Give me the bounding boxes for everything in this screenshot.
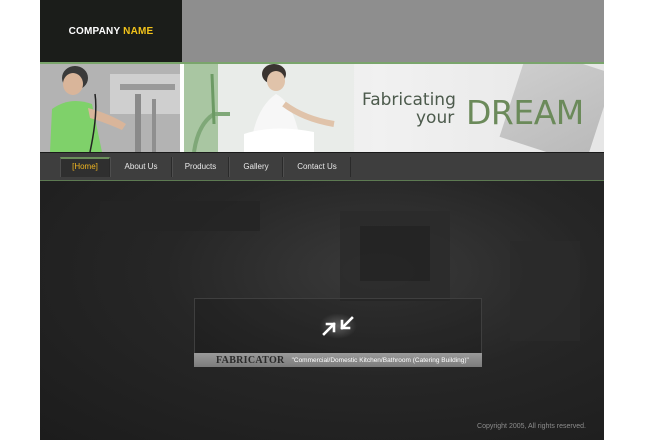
nav-item-contact[interactable]: Contact Us — [283, 157, 351, 177]
background-image — [100, 201, 260, 231]
page-frame: COMPANY NAME Fabricating your DREAM [Hom… — [40, 0, 604, 440]
tagline-big: DREAM — [466, 93, 584, 132]
main-nav: [Home] About Us Products Gallery Contact… — [40, 153, 604, 181]
logo-text: COMPANY NAME — [68, 26, 154, 37]
main-content: FABRICATOR "Commercial/Domestic Kitchen/… — [40, 181, 604, 440]
nav-list: [Home] About Us Products Gallery Contact… — [60, 157, 351, 177]
bath-photo — [184, 64, 354, 152]
feature-box[interactable] — [194, 298, 482, 354]
nav-item-gallery[interactable]: Gallery — [229, 157, 283, 177]
background-image — [510, 241, 580, 341]
worker-photo — [40, 64, 180, 152]
nav-item-products[interactable]: Products — [172, 157, 229, 177]
copyright: Copyright 2005, All rights reserved. — [477, 423, 586, 430]
hero-banner: Fabricating your DREAM — [40, 64, 604, 152]
collapse-arrows-icon — [319, 313, 357, 339]
header-bar — [182, 0, 604, 63]
caption-title: FABRICATOR — [216, 354, 285, 366]
nav-item-home[interactable]: [Home] — [60, 157, 110, 177]
background-image — [360, 226, 430, 281]
tagline-line2: your — [416, 108, 455, 128]
tagline-line1: Fabricating — [362, 90, 456, 110]
caption-bar: FABRICATOR "Commercial/Domestic Kitchen/… — [194, 353, 482, 367]
logo[interactable]: COMPANY NAME — [40, 0, 182, 63]
nav-item-about[interactable]: About Us — [110, 157, 172, 177]
caption-text: "Commercial/Domestic Kitchen/Bathroom (C… — [291, 356, 469, 364]
